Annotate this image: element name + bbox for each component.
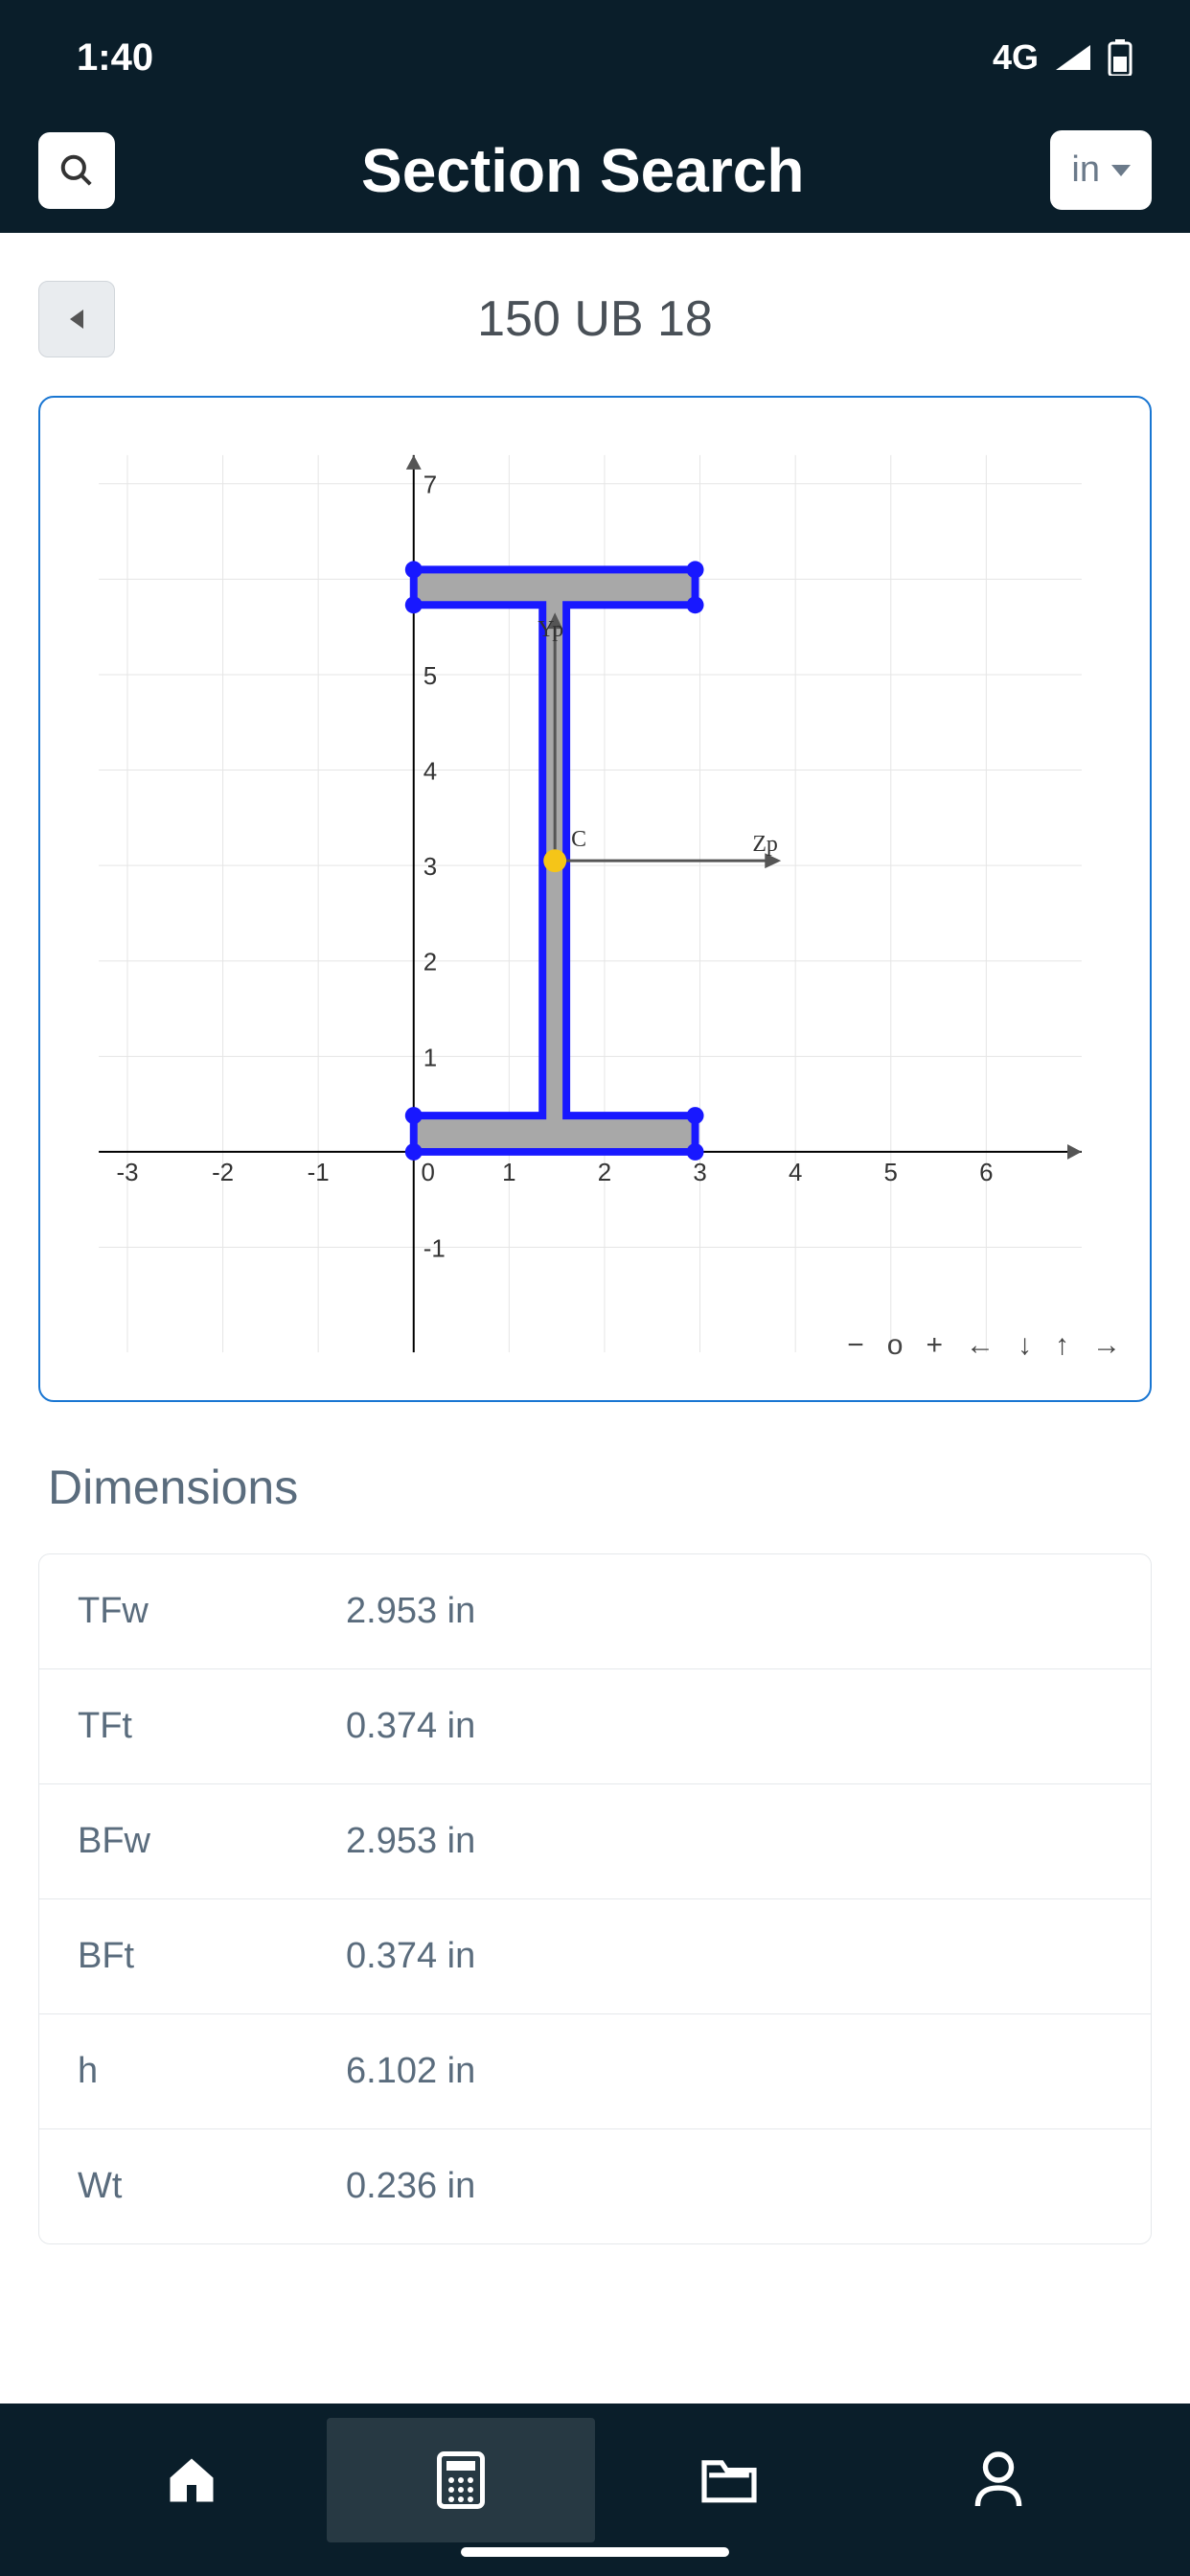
- tab-calculator[interactable]: [327, 2418, 596, 2542]
- page-title: Section Search: [138, 135, 1027, 206]
- pan-right-button[interactable]: →: [1092, 1329, 1121, 1362]
- app-header: Section Search in: [0, 115, 1190, 233]
- search-icon: [58, 152, 95, 189]
- table-row: Wt 0.236 in: [39, 2129, 1151, 2243]
- svg-text:-3: -3: [116, 1160, 138, 1186]
- dim-value: 2.953 in: [346, 1821, 1112, 1862]
- tab-profile[interactable]: [864, 2418, 1133, 2542]
- content-area: 150 UB 18: [0, 233, 1190, 2404]
- dim-value: 2.953 in: [346, 1591, 1112, 1632]
- table-row: BFw 2.953 in: [39, 1784, 1151, 1899]
- tab-bar: [0, 2404, 1190, 2576]
- calculator-icon: [436, 2451, 486, 2509]
- pan-down-button[interactable]: ↓: [1018, 1329, 1032, 1362]
- svg-text:2: 2: [598, 1160, 611, 1186]
- section-name: 150 UB 18: [38, 290, 1152, 348]
- user-icon: [973, 2451, 1024, 2509]
- svg-text:2: 2: [423, 950, 437, 977]
- chart-zoom-pan-controls[interactable]: − o + ← ↓ ↑ →: [847, 1329, 1121, 1362]
- svg-text:6: 6: [979, 1160, 993, 1186]
- svg-text:-1: -1: [423, 1235, 446, 1262]
- table-row: BFt 0.374 in: [39, 1899, 1151, 2014]
- search-button[interactable]: [38, 132, 115, 209]
- pan-left-button[interactable]: ←: [966, 1329, 995, 1362]
- zoom-out-button[interactable]: −: [847, 1329, 864, 1362]
- dim-value: 0.374 in: [346, 1706, 1112, 1747]
- svg-text:7: 7: [423, 472, 437, 499]
- table-row: TFw 2.953 in: [39, 1554, 1151, 1669]
- svg-text:Zp: Zp: [752, 832, 778, 857]
- dimensions-table: TFw 2.953 in TFt 0.374 in BFw 2.953 in B…: [38, 1553, 1152, 2244]
- svg-text:1: 1: [502, 1160, 515, 1186]
- svg-text:-2: -2: [212, 1160, 234, 1186]
- svg-text:3: 3: [693, 1160, 706, 1186]
- signal-icon: [1054, 43, 1092, 72]
- folder-icon: [698, 2455, 760, 2505]
- section-diagram[interactable]: -3 -2 -1 0 1 2 3 4 5 6 1 2 3 4 5: [38, 396, 1152, 1402]
- dimensions-title: Dimensions: [38, 1460, 1152, 1515]
- dim-value: 0.236 in: [346, 2166, 1112, 2207]
- unit-dropdown[interactable]: in: [1050, 130, 1152, 210]
- svg-text:5: 5: [884, 1160, 898, 1186]
- svg-text:Yp: Yp: [538, 617, 563, 642]
- svg-text:5: 5: [423, 663, 437, 690]
- home-icon: [163, 2451, 220, 2509]
- dim-label: BFt: [78, 1936, 346, 1977]
- section-header: 150 UB 18: [38, 281, 1152, 357]
- svg-text:3: 3: [423, 854, 437, 881]
- pan-up-button[interactable]: ↑: [1055, 1329, 1069, 1362]
- dim-label: TFw: [78, 1591, 346, 1632]
- svg-text:1: 1: [423, 1045, 437, 1071]
- dim-label: Wt: [78, 2166, 346, 2207]
- svg-text:C: C: [571, 827, 586, 852]
- table-row: h 6.102 in: [39, 2014, 1151, 2129]
- network-label: 4G: [993, 37, 1039, 78]
- svg-text:4: 4: [789, 1160, 802, 1186]
- dim-label: BFw: [78, 1821, 346, 1862]
- table-row: TFt 0.374 in: [39, 1669, 1151, 1784]
- dim-value: 6.102 in: [346, 2051, 1112, 2092]
- zoom-in-button[interactable]: +: [926, 1329, 943, 1362]
- clock: 1:40: [77, 36, 153, 80]
- dim-label: TFt: [78, 1706, 346, 1747]
- svg-text:4: 4: [423, 759, 437, 786]
- status-bar: 1:40 4G: [0, 0, 1190, 115]
- tab-files[interactable]: [595, 2418, 864, 2542]
- dimensions-section: Dimensions TFw 2.953 in TFt 0.374 in BFw…: [38, 1460, 1152, 2244]
- home-indicator[interactable]: [461, 2547, 729, 2557]
- battery-icon: [1108, 39, 1133, 76]
- zoom-reset-button[interactable]: o: [887, 1329, 904, 1362]
- tab-home[interactable]: [57, 2418, 327, 2542]
- chevron-down-icon: [1111, 165, 1131, 176]
- svg-text:-1: -1: [308, 1160, 330, 1186]
- dim-label: h: [78, 2051, 346, 2092]
- svg-text:0: 0: [422, 1160, 435, 1186]
- dim-value: 0.374 in: [346, 1936, 1112, 1977]
- unit-value: in: [1071, 150, 1100, 191]
